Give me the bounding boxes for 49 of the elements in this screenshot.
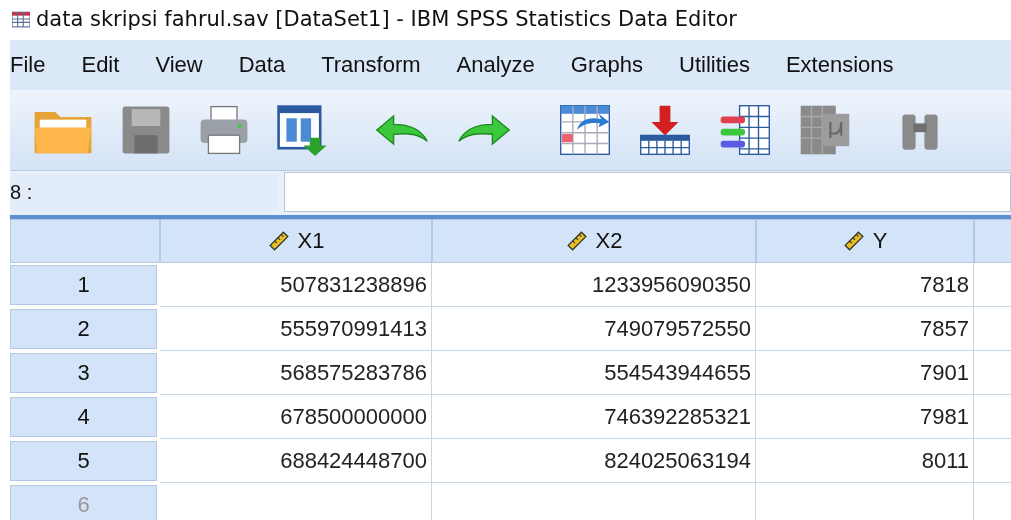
table-cell: 7857 [756,307,974,351]
menu-item[interactable]: Data [238,50,286,80]
table-cell: 555970991413 [160,307,432,351]
table-cell: 746392285321 [432,395,756,439]
row-number[interactable]: 5 [10,441,157,481]
menu-item[interactable]: Extensions [785,50,894,80]
menu-item[interactable]: Graphs [570,50,643,80]
ruler-icon [565,230,588,252]
insert-row-icon[interactable] [638,103,692,157]
cell-value-field[interactable] [284,172,1011,212]
printer-icon[interactable] [198,104,250,156]
table-cell: 688424448700 [160,439,432,483]
row-number[interactable]: 4 [10,397,157,437]
table-cell: 749079572550 [432,307,756,351]
table-cell: 1233956090350 [432,263,756,307]
table-cell: 678500000000 [160,395,432,439]
window-title: data skripsi fahrul.sav [DataSet1] - IBM SPSS Statistics Data Editor [36,7,737,31]
window-download-icon[interactable] [276,104,328,156]
menu-item[interactable]: Edit [81,50,120,80]
grid-arrow-icon[interactable] [558,103,612,157]
column-header[interactable]: Y [756,219,974,263]
column-header[interactable]: X1 [160,219,432,263]
table-cell: 554543944655 [432,351,756,395]
row-number[interactable]: 1 [10,265,157,305]
column-name: Y [872,228,888,254]
redo-arrow-icon[interactable] [456,113,512,147]
column-header[interactable]: X2 [432,219,756,263]
table-cell: 8011 [756,439,974,483]
table-cell: 568575283786 [160,351,432,395]
column-name: X1 [297,228,325,254]
menu-item[interactable]: Utilities [679,50,750,80]
undo-arrow-icon[interactable] [374,113,430,147]
menu-item[interactable]: Transform [321,50,421,80]
table-cell: 7901 [756,351,974,395]
row-number[interactable]: 2 [10,309,157,349]
row-number[interactable]: 3 [10,353,157,393]
column-name: X2 [595,228,623,254]
menu-item[interactable]: Analyze [456,50,535,80]
ruler-icon [842,230,865,252]
table-cell: 7818 [756,263,974,307]
list-grid-icon[interactable] [718,103,772,157]
menu-item[interactable]: View [155,50,203,80]
table-cell: 507831238896 [160,263,432,307]
cell-reference: 8 : [10,173,278,211]
ruler-icon [267,230,290,252]
table-cell: 824025063194 [432,439,756,483]
table-cell: 7981 [756,395,974,439]
menu-item[interactable]: File [10,50,46,80]
spreadsheet-icon [12,10,30,28]
